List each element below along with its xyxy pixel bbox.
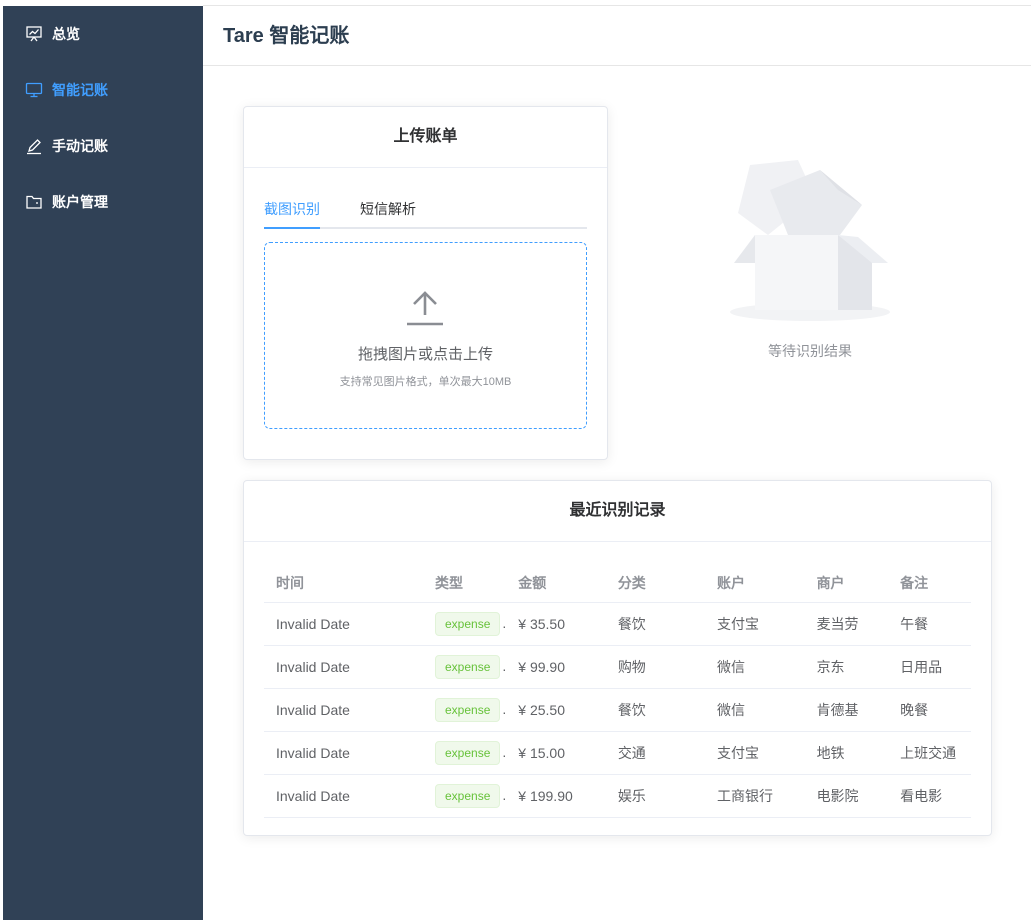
cell-note: 上班交通: [888, 731, 971, 775]
cell-account: 工商银行: [705, 774, 805, 818]
upload-tabs: 截图识别 短信解析: [264, 193, 587, 229]
tab-screenshot-recognition[interactable]: 截图识别: [264, 193, 320, 225]
pen-icon: [27, 139, 41, 155]
header: Tare 智能记账: [203, 6, 1031, 66]
upload-card-title: 上传账单: [244, 107, 607, 168]
recent-records-card: 最近识别记录 时间 类型 金额 分类 账户 商户 备注 Invalid Date…: [243, 480, 992, 836]
cell-amount: ¥ 35.50: [506, 602, 606, 646]
tab-sms-parsing[interactable]: 短信解析: [360, 193, 416, 225]
type-tag: expense: [435, 612, 501, 636]
table-row[interactable]: Invalid Date expense. ¥ 25.50 餐饮 微信 肯德基 …: [264, 688, 971, 732]
cell-category: 娱乐: [605, 774, 705, 818]
recognition-result-empty: 等待识别结果: [720, 155, 900, 365]
cell-merchant: 肯德基: [804, 688, 889, 732]
cell-time: Invalid Date: [264, 688, 423, 732]
presentation-chart-icon: [26, 26, 42, 42]
cell-category: 交通: [605, 731, 705, 775]
records-table: 时间 类型 金额 分类 账户 商户 备注 Invalid Date expens…: [264, 563, 971, 818]
cell-account: 微信: [705, 688, 805, 732]
cell-time: Invalid Date: [264, 645, 423, 689]
type-tag: expense: [435, 655, 501, 679]
table-row[interactable]: Invalid Date expense. ¥ 199.90 娱乐 工商银行 电…: [264, 774, 971, 818]
cell-account: 支付宝: [705, 602, 805, 646]
table-row[interactable]: Invalid Date expense. ¥ 99.90 购物 微信 京东 日…: [264, 645, 971, 689]
empty-result-text: 等待识别结果: [768, 343, 852, 359]
cell-account: 微信: [705, 645, 805, 689]
sidebar-item-smart-accounting[interactable]: 智能记账: [3, 62, 203, 118]
upload-dropzone[interactable]: 拖拽图片或点击上传 支持常见图片格式，单次最大10MB: [264, 242, 587, 429]
sidebar-item-label: 智能记账: [52, 82, 108, 98]
table-header-row: 时间 类型 金额 分类 账户 商户 备注: [264, 563, 971, 603]
column-header-time: 时间: [264, 563, 423, 603]
empty-box-icon: [730, 160, 890, 321]
dropzone-text: 拖拽图片或点击上传: [357, 346, 493, 363]
active-tab-indicator: [264, 227, 320, 229]
cell-type: expense.: [423, 602, 507, 646]
cell-merchant: 电影院: [804, 774, 889, 818]
cell-merchant: 京东: [804, 645, 889, 689]
cell-category: 购物: [605, 645, 705, 689]
column-header-note: 备注: [888, 563, 971, 603]
cell-time: Invalid Date: [264, 774, 423, 818]
cell-amount: ¥ 15.00: [506, 731, 606, 775]
cell-amount: ¥ 25.50: [506, 688, 606, 732]
sidebar-item-label: 账户管理: [52, 194, 108, 210]
monitor-icon: [25, 82, 43, 98]
column-header-account: 账户: [705, 563, 805, 603]
column-header-type: 类型: [423, 563, 507, 603]
cell-merchant: 地铁: [804, 731, 889, 775]
records-card-title: 最近识别记录: [244, 481, 991, 542]
cell-note: 晚餐: [888, 688, 971, 732]
cell-category: 餐饮: [605, 688, 705, 732]
upload-icon: [407, 291, 443, 326]
cell-merchant: 麦当劳: [804, 602, 889, 646]
upload-card: 上传账单 截图识别 短信解析 拖拽图片或点击上传 支持常见图片格式，单次最大10…: [243, 106, 608, 460]
column-header-amount: 金额: [506, 563, 606, 603]
folder-icon: [26, 195, 42, 209]
type-tag: expense: [435, 784, 501, 808]
cell-type: expense.: [423, 731, 507, 775]
cell-type: expense.: [423, 645, 507, 689]
cell-category: 餐饮: [605, 602, 705, 646]
sidebar-item-label: 手动记账: [52, 138, 108, 154]
column-header-merchant: 商户: [804, 563, 889, 603]
cell-note: 日用品: [888, 645, 971, 689]
type-tag: expense: [435, 698, 501, 722]
cell-amount: ¥ 199.90: [506, 774, 606, 818]
table-row[interactable]: Invalid Date expense. ¥ 35.50 餐饮 支付宝 麦当劳…: [264, 602, 971, 646]
sidebar: 总览 智能记账 手动记账 账户管理: [3, 6, 203, 920]
cell-note: 看电影: [888, 774, 971, 818]
cell-time: Invalid Date: [264, 731, 423, 775]
cell-time: Invalid Date: [264, 602, 423, 646]
cell-amount: ¥ 99.90: [506, 645, 606, 689]
sidebar-item-overview[interactable]: 总览: [3, 6, 203, 62]
column-header-category: 分类: [605, 563, 705, 603]
sidebar-item-manual-accounting[interactable]: 手动记账: [3, 118, 203, 174]
cell-type: expense.: [423, 688, 507, 732]
sidebar-item-account-management[interactable]: 账户管理: [3, 174, 203, 230]
sidebar-item-label: 总览: [52, 26, 80, 42]
page-title: Tare 智能记账: [223, 25, 350, 47]
cell-note: 午餐: [888, 602, 971, 646]
dropzone-tip: 支持常见图片格式，单次最大10MB: [339, 376, 512, 388]
table-row[interactable]: Invalid Date expense. ¥ 15.00 交通 支付宝 地铁 …: [264, 731, 971, 775]
type-tag: expense: [435, 741, 501, 765]
cell-account: 支付宝: [705, 731, 805, 775]
cell-type: expense.: [423, 774, 507, 818]
